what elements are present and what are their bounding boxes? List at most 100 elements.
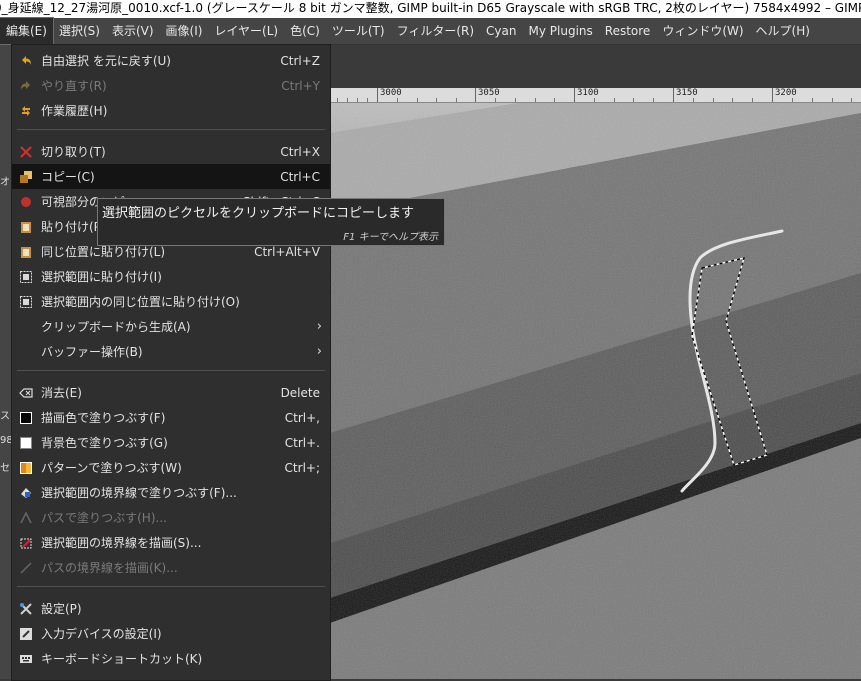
ruler-label: 3150 [676,88,698,98]
redo-icon [19,79,33,93]
menu-item-copy[interactable]: コピー(C) Ctrl+C [12,164,330,189]
menu-select[interactable]: 選択(S) [53,18,106,44]
menu-item-cut[interactable]: 切り取り(T) Ctrl+X [12,139,330,164]
cut-icon [19,145,33,159]
menu-tools[interactable]: ツール(T) [326,18,391,44]
menu-item-label: パターンで塗りつぶす(W) [41,461,182,475]
menu-item-preferences[interactable]: 設定(P) [12,596,330,621]
clear-icon [19,386,33,400]
tooltip-help: F1 キーでヘルプ表示 [343,232,438,243]
menu-item-input-devices[interactable]: 入力デバイスの設定(I) [12,621,330,646]
menu-item-paste-into[interactable]: 選択範囲に貼り付け(I) [12,264,330,289]
chevron-right-icon: › [316,344,322,359]
menu-item-label: 背景色で塗りつぶす(G) [41,436,168,450]
stroke-path-icon [19,561,33,575]
window-titlebar: 0_身延線_12_27湯河原_0010.xcf-1.0 (グレースケール 8 b… [0,0,861,18]
paste-in-place-icon [19,245,33,259]
menu-separator [17,370,325,371]
menu-layer[interactable]: レイヤー(L) [208,18,284,44]
menu-item-shortcut: Ctrl+Alt+V [254,244,320,259]
menu-item-redo[interactable]: やり直す(R) Ctrl+Y [12,73,330,98]
menu-item-label: クリップボードから生成(A) [41,320,191,334]
menu-item-label: パスで塗りつぶす(H)... [41,511,167,525]
menu-item-history[interactable]: 作業履歴(H) [12,98,330,123]
fill-selection-outline-icon [19,486,33,500]
menu-item-label: 選択範囲に貼り付け(I) [41,270,162,284]
menu-item-label: やり直す(R) [41,79,107,93]
menu-item-label: 描画色で塗りつぶす(F) [41,411,166,425]
menu-item-label: 選択範囲の境界線を描画(S)... [41,536,202,550]
bg-fill-icon [19,436,33,450]
fill-path-icon [19,510,33,525]
menu-item-fill-fg[interactable]: 描画色で塗りつぶす(F) Ctrl+, [12,405,330,430]
ruler-label: 3100 [577,88,599,98]
menu-item-fill-selection-outline[interactable]: 選択範囲の境界線で塗りつぶす(F)... [12,480,330,505]
menu-separator [17,129,325,130]
menu-item-keyboard-shortcuts[interactable]: キーボードショートカット(K) [12,646,330,671]
menu-item-paste-into-in-place[interactable]: 選択範囲内の同じ位置に貼り付け(O) [12,289,330,314]
copy-icon [19,170,33,184]
image-canvas[interactable] [330,103,861,679]
menu-item-label: キーボードショートカット(K) [41,652,203,666]
menu-item-fill-path[interactable]: パスで塗りつぶす(H)... [12,505,330,530]
paste-into-icon [19,270,33,284]
menu-item-label: 選択範囲の境界線で塗りつぶす(F)... [41,486,237,500]
menu-view[interactable]: 表示(V) [106,18,160,44]
menu-cyan[interactable]: Cyan [480,18,522,44]
menu-item-stroke-path[interactable]: パスの境界線を描画(K)... [12,555,330,580]
menu-item-label: パスの境界線を描画(K)... [41,561,178,575]
menu-item-shortcut: Ctrl+. [284,435,320,450]
menu-item-shortcut: Ctrl+C [280,169,320,184]
ruler-label: 3000 [380,88,402,98]
undo-icon [19,54,33,68]
menu-item-label: 設定(P) [41,602,82,616]
fg-fill-icon [19,411,33,425]
menu-restore[interactable]: Restore [599,18,657,44]
tooltip: 選択範囲のピクセルをクリップボードにコピーします F1 キーでヘルプ表示 [97,198,445,246]
input-devices-icon [19,627,33,641]
menu-item-shortcut: Ctrl+X [280,144,320,159]
preferences-icon [19,602,33,616]
menu-item-paste-as[interactable]: クリップボードから生成(A) › [12,314,330,339]
ruler-label: 3200 [775,88,797,98]
stroke-selection-icon [19,536,33,550]
window-title: 0_身延線_12_27湯河原_0010.xcf-1.0 (グレースケール 8 b… [0,1,861,15]
pattern-fill-icon [19,461,33,475]
menu-item-label: バッファー操作(B) [41,345,143,359]
menu-item-label: 自由選択 を元に戻す(U) [41,54,171,68]
menu-separator [17,586,325,587]
menu-item-shortcut: Ctrl+Y [281,78,320,93]
tooltip-text: 選択範囲のピクセルをクリップボードにコピーします [102,206,415,221]
history-icon [19,104,33,118]
menu-image[interactable]: 画像(I) [160,18,209,44]
menu-item-label: コピー(C) [41,170,95,184]
menu-item-fill-bg[interactable]: 背景色で塗りつぶす(G) Ctrl+. [12,430,330,455]
menu-colors[interactable]: 色(C) [284,18,326,44]
menu-item-fill-pattern[interactable]: パターンで塗りつぶす(W) Ctrl+; [12,455,330,480]
menu-item-undo[interactable]: 自由選択 を元に戻す(U) Ctrl+Z [12,48,330,73]
menubar: 編集(E) 選択(S) 表示(V) 画像(I) レイヤー(L) 色(C) ツール… [0,17,861,45]
menu-edit[interactable]: 編集(E) [0,17,54,45]
paste-icon [19,220,33,234]
menu-my-plugins[interactable]: My Plugins [523,18,599,44]
menu-filters[interactable]: フィルター(R) [391,18,480,44]
menu-help[interactable]: ヘルプ(H) [750,18,816,44]
menu-item-label: 消去(E) [41,386,82,400]
menu-item-label: 作業履歴(H) [41,104,108,118]
menu-item-stroke-selection[interactable]: 選択範囲の境界線を描画(S)... [12,530,330,555]
menu-item-shortcut: Ctrl+Z [280,53,320,68]
copy-visible-icon [19,195,33,209]
menu-item-shortcut: Delete [280,385,320,400]
menu-windows[interactable]: ウィンドウ(W) [656,18,749,44]
horizontal-ruler[interactable]: 3000 3050 3100 3150 3200 [330,88,861,103]
menu-item-clear[interactable]: 消去(E) Delete [12,380,330,405]
keyboard-icon [19,652,33,666]
ruler-label: 3050 [478,88,500,98]
menu-item-label: 選択範囲内の同じ位置に貼り付け(O) [41,295,240,309]
canvas-image [330,103,861,679]
menu-item-label: 入力デバイスの設定(I) [41,627,162,641]
menu-item-label: 切り取り(T) [41,145,106,159]
menu-item-shortcut: Ctrl+, [284,410,320,425]
chevron-right-icon: › [316,319,322,334]
menu-item-buffer[interactable]: バッファー操作(B) › [12,339,330,364]
